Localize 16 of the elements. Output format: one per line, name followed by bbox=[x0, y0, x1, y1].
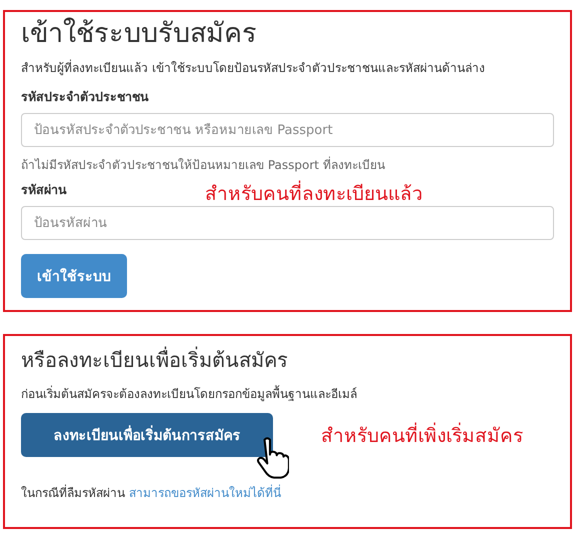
reset-password-link[interactable]: สามารถขอรหัสผ่านใหม่ได้ที่นี่ bbox=[128, 486, 281, 500]
login-button[interactable]: เข้าใช้ระบบ bbox=[21, 254, 127, 298]
forgot-text: ในกรณีที่ลืมรหัสผ่าน bbox=[21, 486, 125, 500]
field-label: รหัสผ่าน bbox=[21, 181, 67, 200]
description-text: ก่อนเริ่มต้นสมัครจะต้องลงทะเบียนโดยกรอกข้อมูลพื้นฐานและอีเมล์ bbox=[21, 384, 358, 403]
input-field[interactable]: ป้อนรหัสผ่าน bbox=[21, 206, 554, 240]
description-text: สำหรับผู้ที่ลงทะเบียนแล้ว เข้าใช้ระบบโดยป้อนรหัสประจำตัวประชาชนและรหัสผ่านด้านล่าง bbox=[21, 58, 486, 78]
input-field[interactable]: ป้อนรหัสประจำตัวประชาชน หรือหมายเลข Passport bbox=[21, 113, 554, 148]
page-title: เข้าใช้ระบบรับสมัคร bbox=[21, 18, 258, 50]
annotation-text: สำหรับคนที่ลงทะเบียนแล้ว bbox=[205, 178, 423, 208]
register-button[interactable]: ลงทะเบียนเพื่อเริ่มต้นการสมัคร bbox=[21, 413, 273, 457]
field-label: รหัสประจำตัวประชาชน bbox=[21, 88, 149, 106]
section-title: หรือลงทะเบียนเพื่อเริ่มต้นสมัคร bbox=[21, 346, 289, 374]
annotation-text: สำหรับคนที่เพิ่งเริ่มสมัคร bbox=[321, 420, 523, 450]
hand-cursor-icon bbox=[255, 437, 289, 479]
help-text: ถ้าไม่มีรหัสประจำตัวประชาชนให้ป้อนหมายเลข Passport ที่ลงทะเบียน bbox=[21, 156, 386, 174]
